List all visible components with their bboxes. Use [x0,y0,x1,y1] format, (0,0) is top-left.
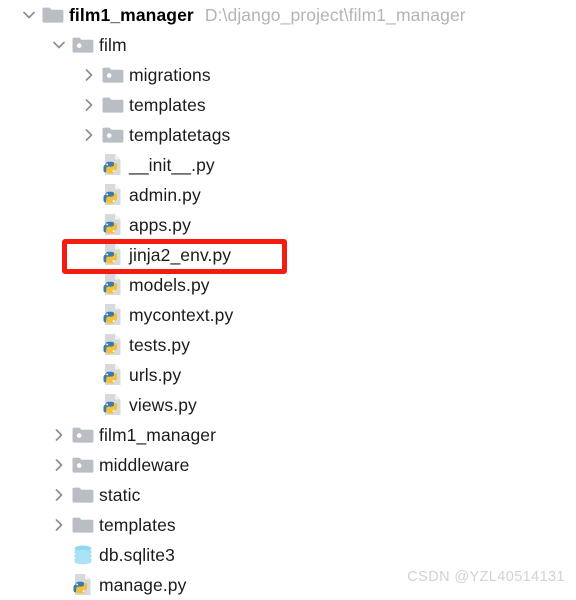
tree-row-label: tests.py [129,335,191,355]
folder-package-icon [100,60,126,90]
chevron-right-icon[interactable] [52,480,70,510]
tree-row-label: apps.py [129,215,191,235]
chevron-down-icon[interactable] [52,30,70,60]
tree-row[interactable]: __init__.py [0,150,576,180]
python-file-icon [100,240,126,270]
tree-row[interactable]: models.py [0,270,576,300]
chevron-right-icon[interactable] [52,450,70,480]
tree-row[interactable]: film [0,30,576,60]
python-file-icon [100,300,126,330]
tree-row-label: templates [99,515,176,535]
folder-package-icon [100,120,126,150]
tree-row-label: models.py [129,275,210,295]
python-file-icon [100,390,126,420]
tree-row[interactable]: views.py [0,390,576,420]
tree-row-label: migrations [129,65,211,85]
folder-package-icon [70,450,96,480]
tree-row-label: templatetags [129,125,231,145]
folder-plain-icon [70,480,96,510]
tree-row[interactable]: film1_manager D:\django_project\film1_man… [0,0,576,30]
tree-row-label: manage.py [99,575,187,595]
tree-row[interactable]: urls.py [0,360,576,390]
folder-plain-icon [100,90,126,120]
chevron-down-icon[interactable] [22,0,40,30]
tree-row-label: views.py [129,395,197,415]
chevron-right-icon[interactable] [52,510,70,540]
chevron-right-icon[interactable] [82,60,100,90]
tree-row[interactable]: migrations [0,60,576,90]
project-file-tree[interactable]: film1_manager D:\django_project\film1_man… [0,0,576,600]
chevron-right-icon[interactable] [82,120,100,150]
tree-row-label: urls.py [129,365,182,385]
tree-row-label: __init__.py [129,155,215,175]
python-file-icon [100,150,126,180]
folder-plain-icon [40,0,66,30]
folder-package-icon [70,420,96,450]
tree-row-label: film1_manager [99,425,217,445]
tree-row-label: db.sqlite3 [99,545,175,565]
tree-row[interactable]: templates [0,90,576,120]
project-path: D:\django_project\film1_manager [204,5,466,25]
python-file-icon [100,270,126,300]
tree-row[interactable]: mycontext.py [0,300,576,330]
database-file-icon [70,540,96,570]
chevron-right-icon[interactable] [52,420,70,450]
tree-row-label: admin.py [129,185,201,205]
tree-row[interactable]: db.sqlite3 [0,540,576,570]
tree-row-label: mycontext.py [129,305,234,325]
tree-row-label: film [99,35,127,55]
tree-row[interactable]: admin.py [0,180,576,210]
tree-row-label: jinja2_env.py [129,245,232,265]
watermark: CSDN @YZL40514131 [407,569,565,585]
python-file-icon [100,210,126,240]
tree-row-label: middleware [99,455,190,475]
tree-row[interactable]: middleware [0,450,576,480]
tree-row[interactable]: jinja2_env.py [0,240,576,270]
folder-package-icon [70,30,96,60]
tree-row[interactable]: templates [0,510,576,540]
python-file-icon [70,570,96,600]
python-file-icon [100,330,126,360]
tree-row-label: static [99,485,141,505]
tree-row-label: film1_manager [69,5,194,25]
python-file-icon [100,180,126,210]
folder-plain-icon [70,510,96,540]
chevron-right-icon[interactable] [82,90,100,120]
tree-row[interactable]: static [0,480,576,510]
tree-row[interactable]: tests.py [0,330,576,360]
python-file-icon [100,360,126,390]
tree-row[interactable]: film1_manager [0,420,576,450]
tree-row[interactable]: apps.py [0,210,576,240]
tree-row-label: templates [129,95,206,115]
tree-row[interactable]: templatetags [0,120,576,150]
